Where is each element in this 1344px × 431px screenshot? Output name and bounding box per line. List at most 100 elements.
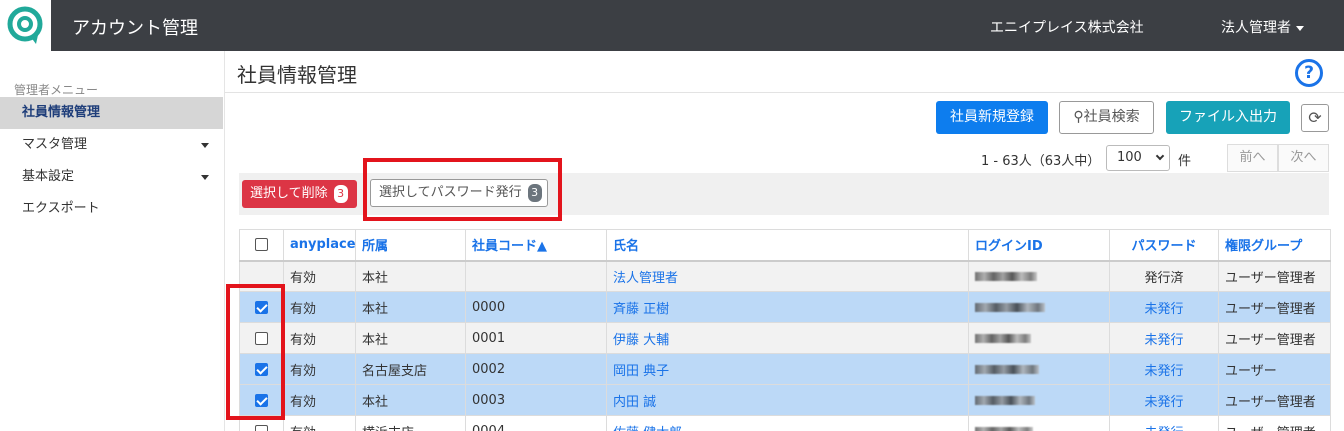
employee-name-link[interactable]: 法人管理者 <box>606 260 969 292</box>
role-group-cell: ユーザー管理者 <box>1218 260 1331 292</box>
employee-name-link[interactable]: 伊藤 大輔 <box>606 322 969 354</box>
login-id-cell <box>968 384 1110 416</box>
col-header-password[interactable]: パスワード <box>1109 229 1219 262</box>
chevron-down-icon <box>201 175 209 180</box>
col-header-login[interactable]: ログインID <box>968 229 1110 262</box>
password-status-cell[interactable]: 未発行 <box>1109 291 1219 323</box>
employee-code-cell: 0000 <box>465 291 607 323</box>
add-employee-button[interactable]: 社員新規登録 <box>936 101 1048 134</box>
dept-cell: 名古屋支店 <box>355 353 466 385</box>
login-id-cell <box>968 415 1110 431</box>
col-header-code[interactable]: 社員コード▲ <box>465 229 607 262</box>
per-page-value: 100 <box>1117 150 1142 165</box>
company-name: エニイプレイス株式会社 <box>990 20 1144 36</box>
search-employee-label: 社員検索 <box>1083 109 1140 125</box>
employee-name-link[interactable]: 内田 誠 <box>606 384 969 416</box>
sidebar-heading: 管理者メニュー <box>14 83 99 97</box>
sidebar-item-label: 社員情報管理 <box>22 105 101 120</box>
per-page-unit: 件 <box>1178 154 1192 169</box>
sidebar-item-export[interactable]: エクスポート <box>0 193 223 225</box>
role-group-cell: ユーザー管理者 <box>1218 322 1331 354</box>
row-select-cell <box>239 322 284 354</box>
table-row: 有効 本社 0001 伊藤 大輔 未発行 ユーザー管理者 <box>239 322 1331 354</box>
select-all-cell <box>239 229 284 262</box>
masked-login-id <box>975 302 1045 312</box>
role-group-cell: ユーザー <box>1218 353 1331 385</box>
login-id-cell <box>968 260 1110 292</box>
row-select-cell <box>239 384 284 416</box>
role-group-cell: ユーザー管理者 <box>1218 415 1331 431</box>
sidebar-item-master[interactable]: マスタ管理 <box>0 129 223 161</box>
col-header-anyplace[interactable]: anyplace <box>283 229 356 262</box>
masked-login-id <box>975 395 1035 405</box>
row-checkbox[interactable] <box>255 424 268 431</box>
row-checkbox[interactable] <box>255 300 268 314</box>
app-title: アカウント管理 <box>72 18 198 39</box>
employee-code-cell: 0004 <box>465 415 607 431</box>
bulk-password-button[interactable]: 選択してパスワード発行 3 <box>370 179 548 207</box>
row-checkbox[interactable] <box>255 393 268 407</box>
sidebar-item-basic-settings[interactable]: 基本設定 <box>0 161 223 193</box>
password-status-cell[interactable]: 未発行 <box>1109 384 1219 416</box>
password-status-cell[interactable]: 未発行 <box>1109 322 1219 354</box>
col-header-dept[interactable]: 所属 <box>355 229 466 262</box>
password-status-cell: 発行済 <box>1109 260 1219 292</box>
table-row: 有効 名古屋支店 0002 岡田 典子 未発行 ユーザー <box>239 353 1331 385</box>
anyplace-status-cell: 有効 <box>283 291 356 323</box>
chevron-down-icon <box>1296 25 1304 31</box>
col-header-name[interactable]: 氏名 <box>606 229 969 262</box>
row-checkbox[interactable] <box>255 362 268 376</box>
user-menu-dropdown[interactable]: 法人管理者 <box>1221 17 1304 37</box>
table-row: 有効 本社 0003 内田 誠 未発行 ユーザー管理者 <box>239 384 1331 416</box>
password-status-cell[interactable]: 未発行 <box>1109 415 1219 431</box>
dept-cell: 本社 <box>355 322 466 354</box>
logo-icon <box>7 6 43 44</box>
row-select-cell <box>239 353 284 385</box>
employee-name-link[interactable]: 岡田 典子 <box>606 353 969 385</box>
select-all-checkbox[interactable] <box>255 238 268 252</box>
prev-page-button[interactable]: 前へ <box>1227 144 1278 172</box>
main-content: 社員情報管理 ? 社員新規登録 ⚲社員検索 ファイル入出力 ⟳ 1 - 63人（… <box>224 51 1344 431</box>
anyplace-status-cell: 有効 <box>283 322 356 354</box>
row-select-cell <box>239 291 284 323</box>
bulk-action-bar: 選択して削除 3 選択してパスワード発行 3 <box>239 173 1329 215</box>
login-id-cell <box>968 353 1110 385</box>
employee-code-cell: 0002 <box>465 353 607 385</box>
login-id-cell <box>968 291 1110 323</box>
col-header-group[interactable]: 権限グループ <box>1218 229 1331 262</box>
chevron-down-icon <box>201 143 209 148</box>
sidebar-item-label: 基本設定 <box>22 169 75 184</box>
next-page-button[interactable]: 次へ <box>1278 144 1329 172</box>
dept-cell: 本社 <box>355 384 466 416</box>
login-id-cell <box>968 322 1110 354</box>
top-navbar: アカウント管理 エニイプレイス株式会社 法人管理者 <box>0 0 1344 51</box>
bulk-password-label: 選択してパスワード発行 <box>379 185 522 200</box>
row-select-cell <box>239 415 284 431</box>
employee-table: anyplace 所属 社員コード▲ 氏名 ログインID パスワード 権限グルー… <box>239 229 1331 431</box>
masked-login-id <box>975 333 1031 343</box>
row-checkbox[interactable] <box>255 331 268 345</box>
table-header-row: anyplace 所属 社員コード▲ 氏名 ログインID パスワード 権限グルー… <box>239 229 1331 262</box>
password-status-cell[interactable]: 未発行 <box>1109 353 1219 385</box>
bulk-delete-label: 選択して削除 <box>250 186 328 201</box>
search-icon: ⚲ <box>1073 109 1084 125</box>
search-employee-button[interactable]: ⚲社員検索 <box>1059 101 1154 134</box>
delete-count-badge: 3 <box>333 185 348 203</box>
table-row: 有効 本社 法人管理者 発行済 ユーザー管理者 <box>239 260 1331 292</box>
sidebar: 管理者メニュー 社員情報管理 マスタ管理 基本設定 エクスポート <box>0 51 223 431</box>
help-icon[interactable]: ? <box>1295 59 1323 87</box>
employee-name-link[interactable]: 斉藤 正樹 <box>606 291 969 323</box>
sidebar-item-employee-info[interactable]: 社員情報管理 <box>0 97 223 129</box>
bulk-delete-button[interactable]: 選択して削除 3 <box>242 180 357 208</box>
page-title: 社員情報管理 <box>237 63 357 87</box>
employee-name-link[interactable]: 佐藤 健太郎 <box>606 415 969 431</box>
role-group-cell: ユーザー管理者 <box>1218 384 1331 416</box>
per-page-select[interactable]: 100 <box>1106 145 1170 171</box>
app-logo[interactable] <box>0 0 51 51</box>
sidebar-item-label: エクスポート <box>22 201 100 216</box>
masked-login-id <box>975 364 1039 374</box>
refresh-icon[interactable]: ⟳ <box>1301 104 1329 132</box>
file-io-button[interactable]: ファイル入出力 <box>1166 101 1290 134</box>
anyplace-status-cell: 有効 <box>283 384 356 416</box>
user-menu-label: 法人管理者 <box>1221 20 1291 36</box>
